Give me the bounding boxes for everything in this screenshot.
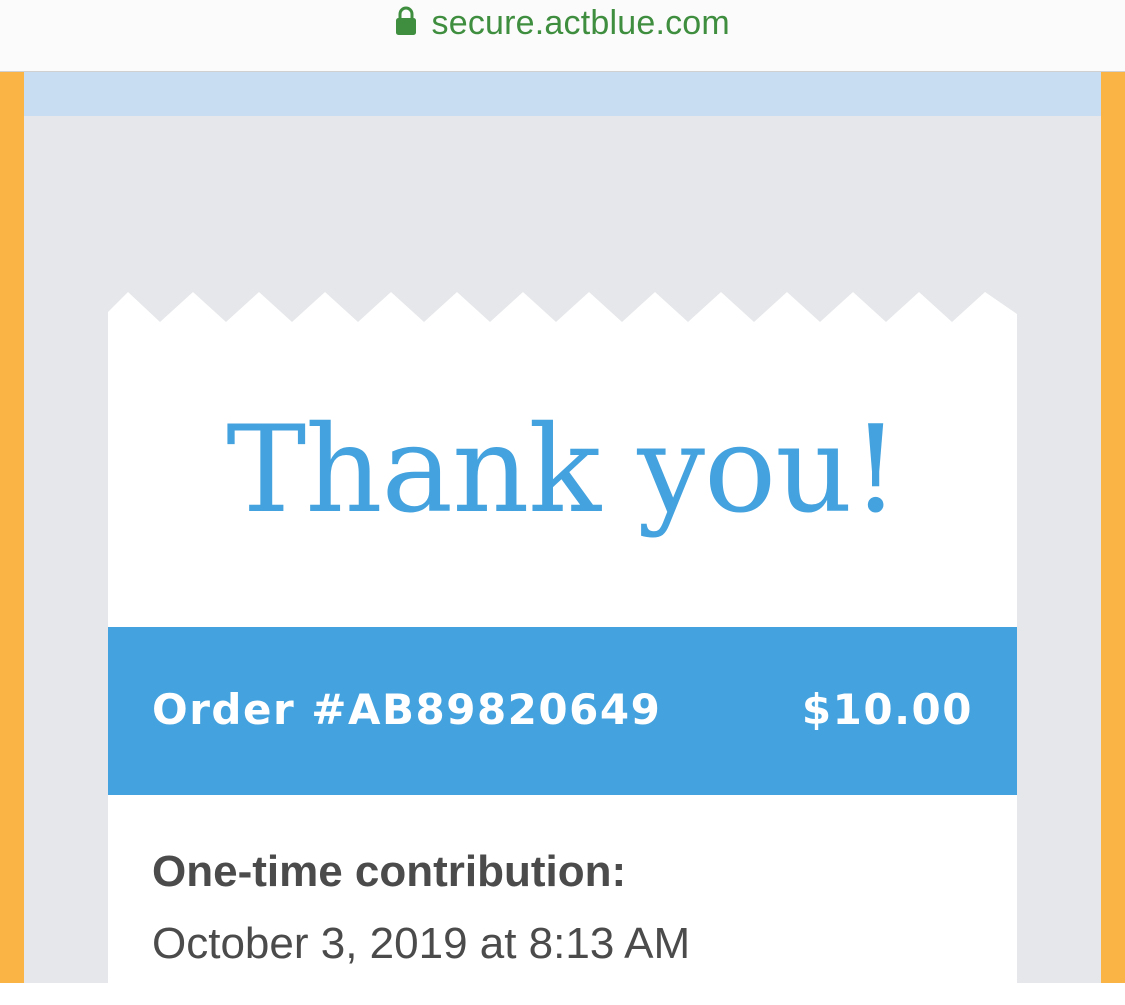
order-summary-bar: Order #AB89820649 $10.00 bbox=[108, 627, 1017, 795]
header-band bbox=[24, 72, 1101, 116]
page-frame: Thank you! Order #AB89820649 $10.00 One-… bbox=[0, 72, 1125, 1005]
lock-icon bbox=[395, 6, 417, 36]
order-number: Order #AB89820649 bbox=[152, 685, 662, 734]
thank-you-heading: Thank you! bbox=[226, 401, 900, 540]
order-amount: $10.00 bbox=[801, 685, 973, 734]
receipt-card: Thank you! Order #AB89820649 $10.00 One-… bbox=[108, 292, 1017, 1005]
contribution-type-label: One-time contribution: bbox=[152, 847, 627, 896]
contribution-date: October 3, 2019 at 8:13 AM bbox=[152, 919, 691, 968]
receipt-torn-edge bbox=[108, 292, 1017, 326]
browser-address-bar[interactable]: secure.actblue.com bbox=[0, 0, 1125, 72]
url-text: secure.actblue.com bbox=[431, 4, 730, 42]
url-display[interactable]: secure.actblue.com bbox=[0, 4, 1125, 43]
page-content: Thank you! Order #AB89820649 $10.00 One-… bbox=[24, 72, 1101, 1005]
receipt-body: Thank you! Order #AB89820649 $10.00 One-… bbox=[108, 325, 1017, 1005]
